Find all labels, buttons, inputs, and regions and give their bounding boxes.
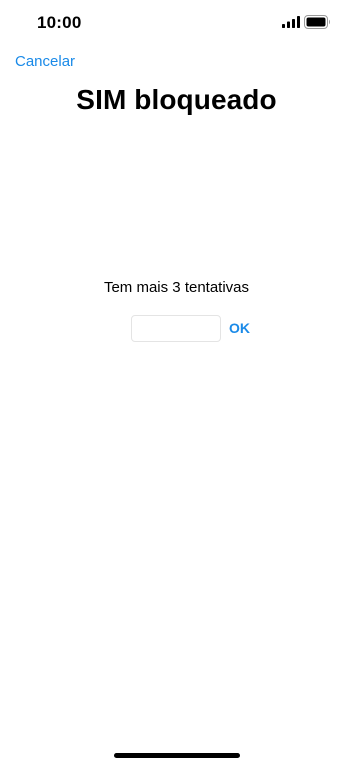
ok-button[interactable]: OK — [229, 320, 250, 336]
page-title: SIM bloqueado — [76, 84, 277, 115]
sim-pin-input[interactable] — [131, 315, 221, 342]
status-bar: 10:00 — [0, 0, 353, 44]
status-time: 10:00 — [37, 13, 82, 32]
attempts-remaining-text: Tem mais 3 tentativas — [103, 279, 250, 296]
cellular-signal-icon — [282, 16, 300, 28]
battery-icon — [304, 15, 330, 29]
cancel-button[interactable]: Cancelar — [15, 53, 75, 70]
home-indicator[interactable] — [114, 753, 240, 758]
